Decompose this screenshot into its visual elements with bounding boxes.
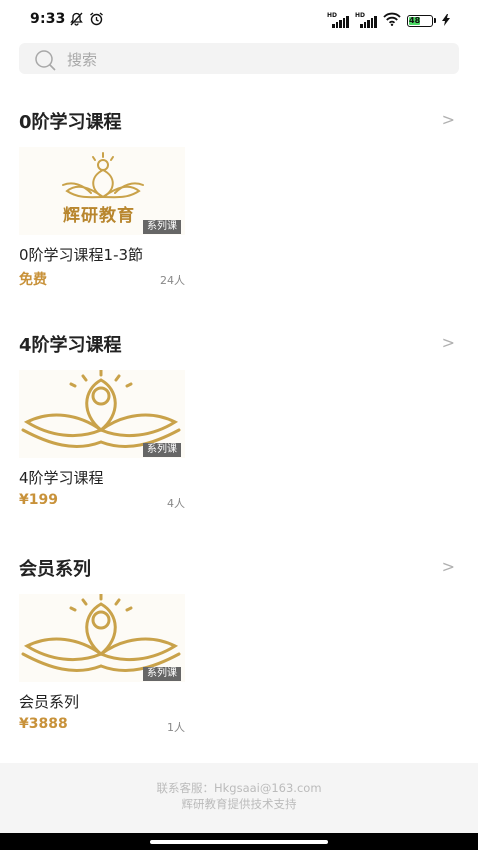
course-price: ¥199 <box>19 492 58 508</box>
alarm-icon <box>89 11 104 30</box>
status-bar: 9:33 HD HD 48 <box>0 0 478 38</box>
section-header-2[interactable]: 会员系列 > <box>19 555 459 581</box>
battery-level: 48 <box>409 15 421 25</box>
footer-support: 辉研教育提供技术支持 <box>181 797 297 811</box>
system-nav-bar <box>0 833 478 850</box>
signal-icon: HD <box>355 12 377 28</box>
status-right-icons: HD HD 48 <box>327 11 450 30</box>
course-card[interactable]: 系列课 4阶学习课程 ¥199 4人 <box>19 370 189 520</box>
series-tag: 系列课 <box>143 220 181 234</box>
status-time: 9:33 <box>30 11 66 27</box>
charging-icon <box>442 11 450 30</box>
course-thumbnail: 系列课 <box>19 594 185 682</box>
home-indicator[interactable] <box>150 840 328 844</box>
mute-icon <box>70 11 83 30</box>
wifi-icon <box>383 11 401 30</box>
footer-contact: 联系客服：Hkgsaai@163.com <box>156 781 322 795</box>
section-header-1[interactable]: 4阶学习课程 > <box>19 331 459 357</box>
course-count: 4人 <box>167 497 185 510</box>
chevron-right-icon[interactable]: > <box>442 333 455 352</box>
course-card[interactable]: 辉研教育 系列课 0阶学习课程1-3節 免费 24人 <box>19 147 189 297</box>
course-name: 0阶学习课程1-3節 <box>19 246 144 264</box>
course-price: ¥3888 <box>19 716 68 732</box>
course-card[interactable]: 系列课 会员系列 ¥3888 1人 <box>19 594 189 744</box>
course-price: 免费 <box>19 272 47 288</box>
footer: 联系客服：Hkgsaai@163.com 辉研教育提供技术支持 <box>0 763 478 833</box>
signal-icon: HD <box>327 12 349 28</box>
logo-text: 辉研教育 <box>63 206 135 226</box>
section-header-0[interactable]: 0阶学习课程 > <box>19 108 459 134</box>
search-placeholder: 搜索 <box>67 51 98 69</box>
course-name: 4阶学习课程 <box>19 469 104 487</box>
section-title: 0阶学习课程 <box>19 112 122 133</box>
course-name: 会员系列 <box>19 693 80 711</box>
section-title: 会员系列 <box>19 559 91 580</box>
series-tag: 系列课 <box>143 667 181 681</box>
search-input[interactable]: 搜索 <box>19 43 459 74</box>
course-count: 24人 <box>160 274 185 287</box>
section-title: 4阶学习课程 <box>19 335 122 356</box>
status-left-icons <box>70 11 104 30</box>
chevron-right-icon[interactable]: > <box>442 110 455 129</box>
chevron-right-icon[interactable]: > <box>442 557 455 576</box>
battery-icon: 48 <box>407 14 436 27</box>
search-icon <box>34 49 56 75</box>
course-thumbnail: 系列课 <box>19 370 185 458</box>
course-count: 1人 <box>167 721 185 734</box>
course-thumbnail: 辉研教育 系列课 <box>19 147 185 235</box>
series-tag: 系列课 <box>143 443 181 457</box>
